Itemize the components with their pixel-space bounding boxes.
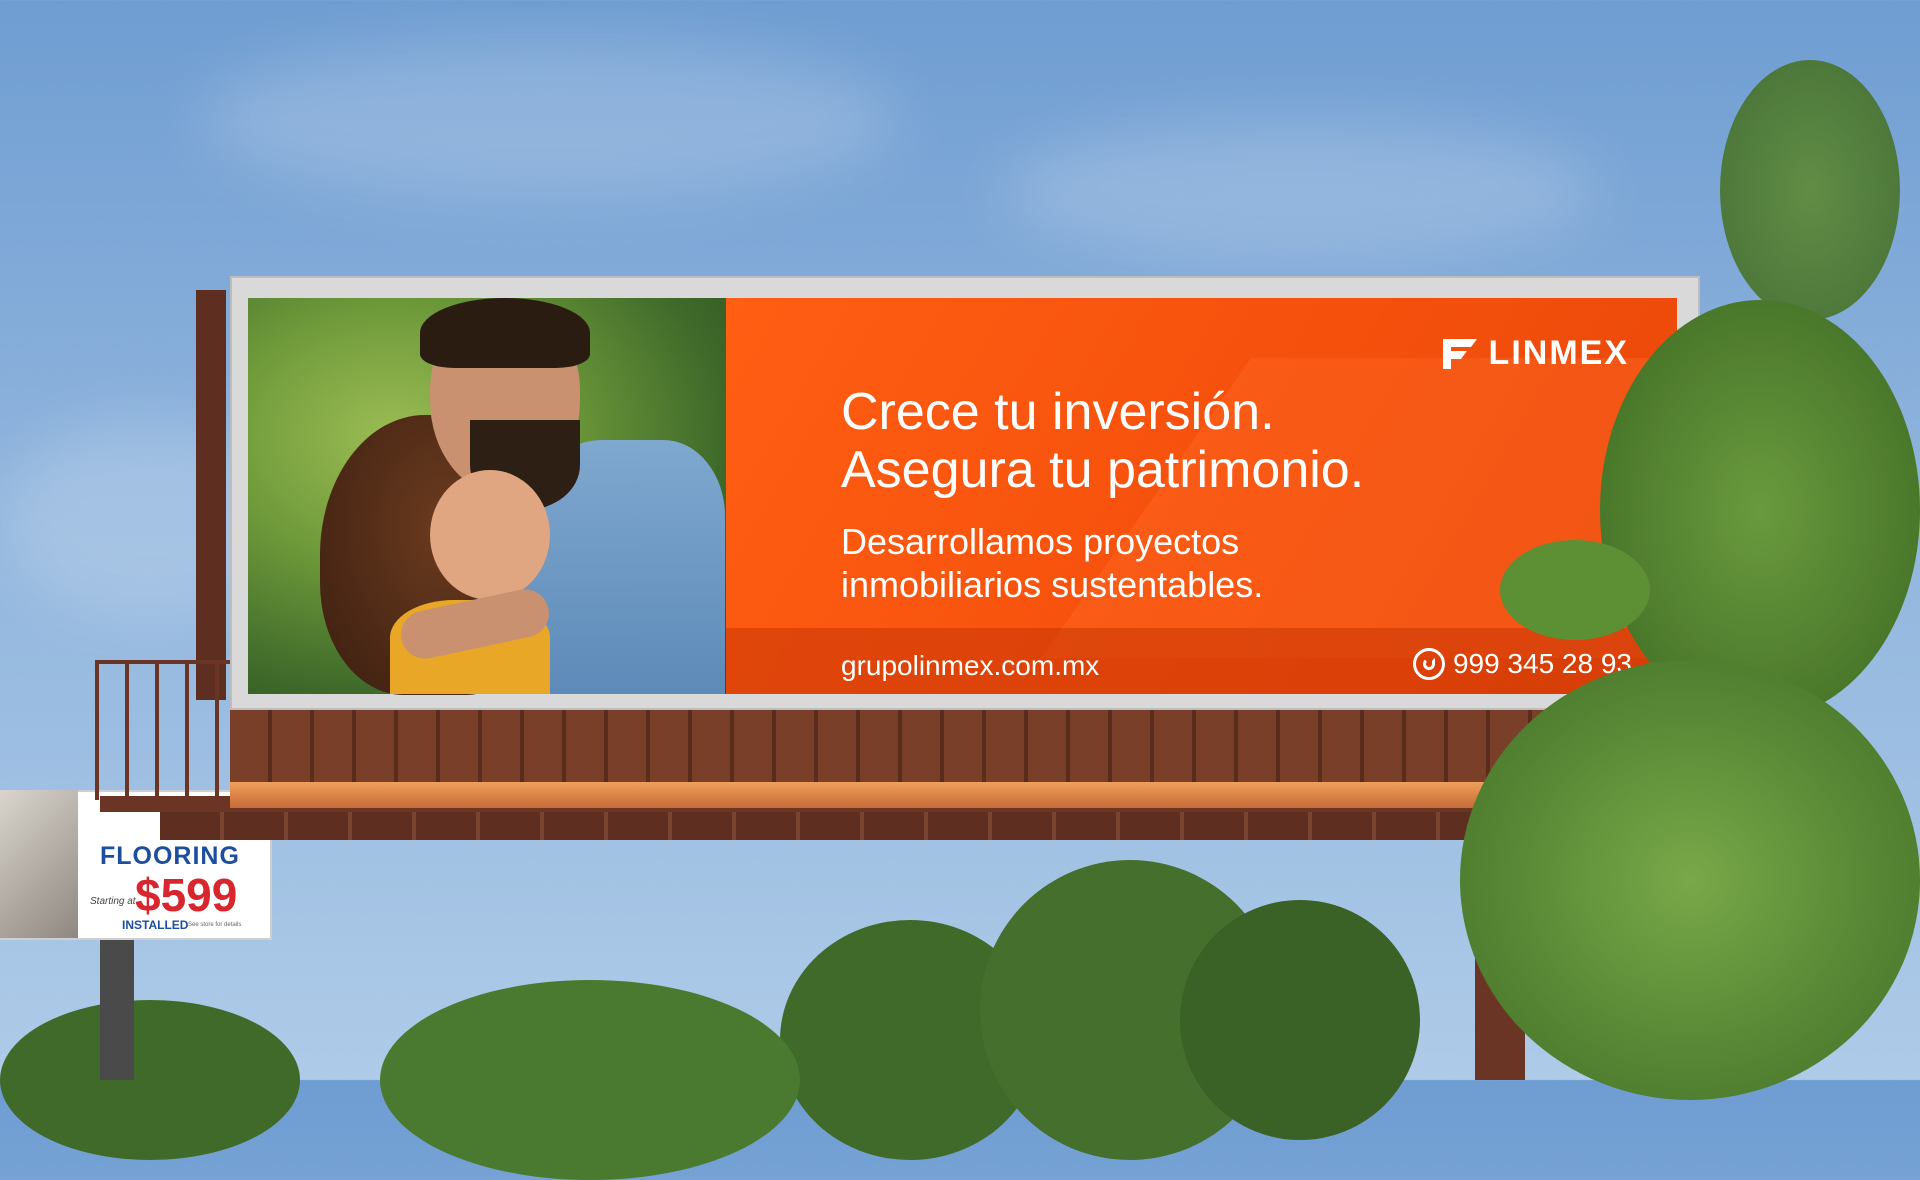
- tree-foliage: [1500, 540, 1650, 640]
- linmex-logo-icon: [1439, 337, 1479, 371]
- subheadline-line-1: Desarrollamos proyectos: [841, 521, 1240, 562]
- headline-line-2: Asegura tu patrimonio.: [841, 441, 1365, 499]
- headline: Crece tu inversión. Asegura tu patrimoni…: [841, 383, 1364, 499]
- cloud: [200, 40, 900, 200]
- flooring-fine-print: See store for details: [188, 922, 242, 928]
- brand-name: LINMEX: [1488, 334, 1629, 372]
- secondary-billboard-photo: [0, 790, 78, 938]
- tree: [1180, 900, 1420, 1140]
- flooring-price: $599: [135, 869, 238, 921]
- small-billboard-post: [100, 940, 134, 1080]
- tree: [380, 980, 800, 1180]
- headline-line-1: Crece tu inversión.: [841, 383, 1275, 441]
- flooring-installed-text: INSTALLED: [122, 918, 189, 932]
- tree: [0, 1000, 300, 1160]
- phone-contact: 999 345 28 93: [1412, 648, 1632, 680]
- tree-foliage: [1720, 60, 1900, 320]
- man-hair: [420, 298, 590, 368]
- woman-face: [430, 470, 550, 600]
- support-beam: [160, 812, 1640, 840]
- cloud: [1000, 120, 1600, 260]
- subheadline: Desarrollamos proyectos inmobiliarios su…: [841, 520, 1263, 606]
- ad-panel: LINMEX Crece tu inversión. Asegura tu pa…: [726, 298, 1677, 694]
- catwalk-railing: [95, 660, 235, 800]
- subheadline-line-2: inmobiliarios sustentables.: [841, 564, 1264, 605]
- tree-foliage: [1460, 660, 1920, 1100]
- flooring-title: FLOORING: [100, 842, 240, 870]
- brand-logo: LINMEX: [1439, 334, 1629, 373]
- billboard-side-pole: [196, 290, 226, 700]
- catwalk-underside: [230, 782, 1670, 808]
- whatsapp-icon: [1412, 648, 1445, 680]
- website-url: grupolinmex.com.mx: [841, 650, 1100, 681]
- tree-foliage: [1600, 300, 1920, 720]
